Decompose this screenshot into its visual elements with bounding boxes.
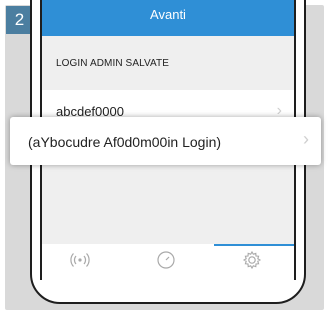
gear-icon xyxy=(242,250,262,270)
top-bar[interactable]: Avanti xyxy=(42,0,294,36)
section-header: LOGIN ADMIN SALVATE xyxy=(56,58,170,69)
tab-settings[interactable] xyxy=(240,250,264,274)
tab-wireless[interactable] xyxy=(68,250,92,274)
chevron-right-icon: › xyxy=(303,129,309,149)
header-title: Avanti xyxy=(150,7,186,22)
callout-label: (aYbocudre Af0d0m00in Login) xyxy=(28,134,222,150)
login-callout[interactable]: (aYbocudre Af0d0m00in Login) › xyxy=(10,117,321,165)
active-tab-indicator xyxy=(214,244,294,246)
step-number-badge: 2 xyxy=(6,6,33,34)
wireless-icon xyxy=(70,253,90,267)
tab-history[interactable] xyxy=(154,250,178,274)
clock-icon xyxy=(157,251,175,269)
